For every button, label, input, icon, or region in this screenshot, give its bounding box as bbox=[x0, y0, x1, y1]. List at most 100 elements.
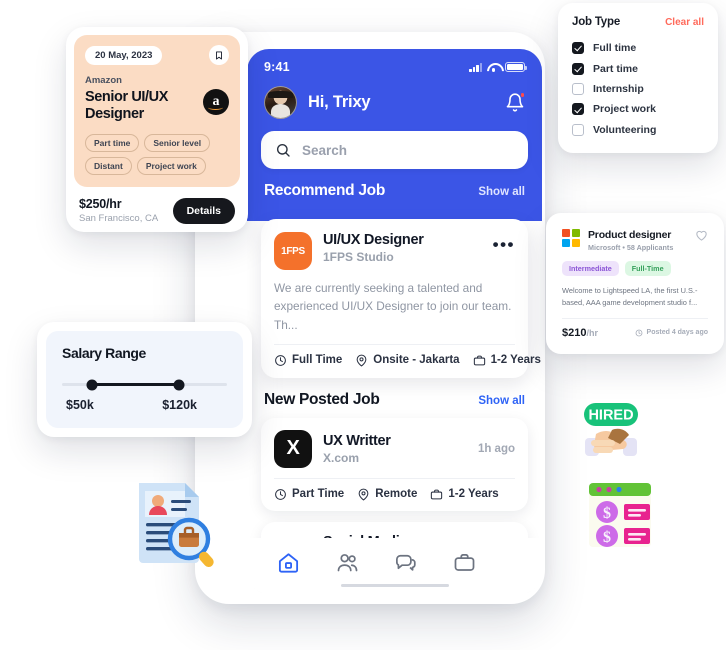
recommend-show-all[interactable]: Show all bbox=[478, 186, 525, 198]
microsoft-icon bbox=[562, 229, 580, 247]
svg-text:$: $ bbox=[603, 529, 611, 546]
amazon-job-card[interactable]: 20 May, 2023 Amazon Senior UI/UX Designe… bbox=[66, 27, 248, 232]
tab-people[interactable] bbox=[336, 551, 359, 574]
recommend-title: Recommend Job bbox=[264, 182, 385, 199]
posted-label: Posted 4 days ago bbox=[646, 329, 708, 337]
new-posted-show-all[interactable]: Show all bbox=[478, 395, 525, 407]
slider-handle-min[interactable] bbox=[86, 379, 98, 390]
search-placeholder: Search bbox=[302, 142, 348, 158]
tab-jobs[interactable] bbox=[453, 551, 476, 574]
filter-option-project-work[interactable]: Project work bbox=[572, 99, 704, 119]
checkbox[interactable] bbox=[572, 123, 584, 136]
product-designer-posted: Posted 4 days ago bbox=[635, 329, 708, 337]
company-logo-x: X bbox=[274, 429, 312, 468]
heart-icon[interactable] bbox=[695, 229, 708, 242]
posted-job-card[interactable]: X UX Writter X.com 1h ago Part Time Remo… bbox=[261, 417, 528, 511]
amazon-date-row: 20 May, 2023 bbox=[85, 45, 229, 65]
meta-employment-type: Full Time bbox=[274, 354, 342, 367]
meta-experience: 1-2 Years bbox=[430, 488, 499, 501]
search-input[interactable]: Search bbox=[261, 131, 528, 169]
meta-label: Onsite - Jakarta bbox=[373, 354, 460, 367]
job-tag[interactable]: Project work bbox=[136, 157, 206, 176]
employment-tag[interactable]: Full-Time bbox=[624, 261, 671, 276]
filter-option-volunteering[interactable]: Volunteering bbox=[572, 120, 704, 140]
posted-job-time: 1h ago bbox=[477, 442, 515, 455]
briefcase-icon bbox=[454, 553, 475, 571]
product-designer-card[interactable]: Product designer Microsoft • 58 Applican… bbox=[546, 213, 724, 354]
hired-badge-text: HIRED bbox=[588, 408, 633, 424]
battery-icon bbox=[505, 62, 527, 72]
job-type-header: Job Type Clear all bbox=[572, 16, 704, 28]
meta-label: 1-2 Years bbox=[490, 354, 541, 367]
amazon-rate-block: $250/hr San Francisco, CA bbox=[79, 197, 158, 224]
posted-job-meta-row: Part Time Remote 1-2 Years bbox=[274, 479, 515, 501]
composition-canvas: 9:41 Hi, Trixy Search Recommend Job Show… bbox=[0, 0, 726, 650]
details-button[interactable]: Details bbox=[172, 197, 235, 224]
signal-icon bbox=[469, 62, 482, 72]
recommend-card-titles: UI/UX Designer 1FPS Studio bbox=[323, 232, 482, 264]
new-posted-title: New Posted Job bbox=[264, 390, 380, 408]
salary-range-slider[interactable] bbox=[62, 379, 227, 390]
posted-job-company: X.com bbox=[323, 450, 360, 465]
checkbox[interactable] bbox=[572, 103, 584, 116]
checkbox[interactable] bbox=[572, 42, 584, 55]
posted-job-titles: UX Writter X.com bbox=[323, 433, 467, 465]
recommend-job-company: 1FPS Studio bbox=[323, 250, 394, 264]
hired-handshake-illustration: HIRED bbox=[584, 403, 638, 456]
level-tag[interactable]: Intermediate bbox=[562, 261, 619, 276]
product-designer-footer: $210/hr Posted 4 days ago bbox=[562, 319, 708, 339]
meta-label: Part Time bbox=[292, 488, 345, 501]
status-indicators bbox=[469, 62, 527, 72]
briefcase-icon bbox=[431, 489, 443, 500]
checkbox[interactable] bbox=[572, 62, 584, 75]
filter-option-part-time[interactable]: Part time bbox=[572, 58, 704, 78]
meta-location: Onsite - Jakarta bbox=[355, 354, 460, 367]
job-tag[interactable]: Senior level bbox=[144, 134, 211, 153]
amazon-company-name: Amazon bbox=[85, 75, 122, 86]
filter-label: Volunteering bbox=[593, 123, 657, 136]
home-indicator bbox=[340, 583, 449, 587]
tab-chat[interactable] bbox=[394, 551, 417, 574]
filter-option-full-time[interactable]: Full time bbox=[572, 38, 704, 58]
checkbox[interactable] bbox=[572, 82, 584, 95]
rate-value: $210 bbox=[562, 326, 587, 339]
job-tag[interactable]: Distant bbox=[85, 157, 132, 176]
search-icon bbox=[276, 143, 290, 157]
user-avatar[interactable] bbox=[264, 86, 297, 119]
clock-icon bbox=[275, 488, 286, 500]
product-designer-rate: $210/hr bbox=[562, 327, 598, 339]
clock-icon bbox=[635, 329, 642, 337]
phone-header: 9:41 Hi, Trixy Search Recommend Job Show… bbox=[247, 49, 542, 221]
salary-max-label: $120k bbox=[162, 398, 197, 412]
filter-label: Part time bbox=[593, 62, 638, 75]
tab-home[interactable] bbox=[277, 551, 300, 574]
amazon-card-body: 20 May, 2023 Amazon Senior UI/UX Designe… bbox=[74, 35, 240, 188]
product-designer-top: Product designer Microsoft • 58 Applican… bbox=[562, 229, 708, 252]
recommend-job-card[interactable]: 1FPS UI/UX Designer 1FPS Studio ••• We a… bbox=[261, 219, 541, 378]
job-type-title: Job Type bbox=[572, 16, 621, 28]
location-pin-icon bbox=[356, 354, 367, 367]
salary-range-widget: Salary Range $50k $120k bbox=[37, 322, 252, 437]
notification-bell-icon[interactable] bbox=[505, 92, 525, 113]
bottom-tab-bar bbox=[247, 538, 542, 594]
job-type-filter-panel: Job Type Clear all Full time Part time I… bbox=[558, 3, 718, 153]
filter-option-internship[interactable]: Internship bbox=[572, 79, 704, 99]
bookmark-icon[interactable] bbox=[209, 45, 229, 65]
greeting-row: Hi, Trixy bbox=[261, 78, 528, 131]
greeting-text: Hi, Trixy bbox=[308, 93, 371, 111]
money-dashboard-illustration: $ $ bbox=[589, 483, 651, 547]
location-pin-icon bbox=[358, 488, 369, 501]
recommend-job-description: We are currently seeking a talented and … bbox=[274, 281, 512, 332]
amazon-logo-icon: a bbox=[203, 89, 229, 115]
salary-range-values: $50k $120k bbox=[62, 398, 227, 412]
recommend-meta-row: Full Time Onsite - Jakarta 1-2 Years bbox=[274, 345, 541, 367]
slider-handle-max[interactable] bbox=[173, 379, 185, 390]
clear-all-button[interactable]: Clear all bbox=[665, 17, 704, 28]
amazon-rate: $250/hr bbox=[79, 197, 122, 212]
job-tag[interactable]: Part time bbox=[85, 134, 140, 153]
more-options-icon[interactable]: ••• bbox=[493, 232, 515, 253]
salary-range-body: Salary Range $50k $120k bbox=[46, 331, 243, 428]
amazon-tag-list: Part time Senior level Distant Project w… bbox=[85, 134, 229, 176]
recommend-section-header: Recommend Job Show all bbox=[261, 169, 528, 209]
salary-range-title: Salary Range bbox=[62, 345, 146, 361]
